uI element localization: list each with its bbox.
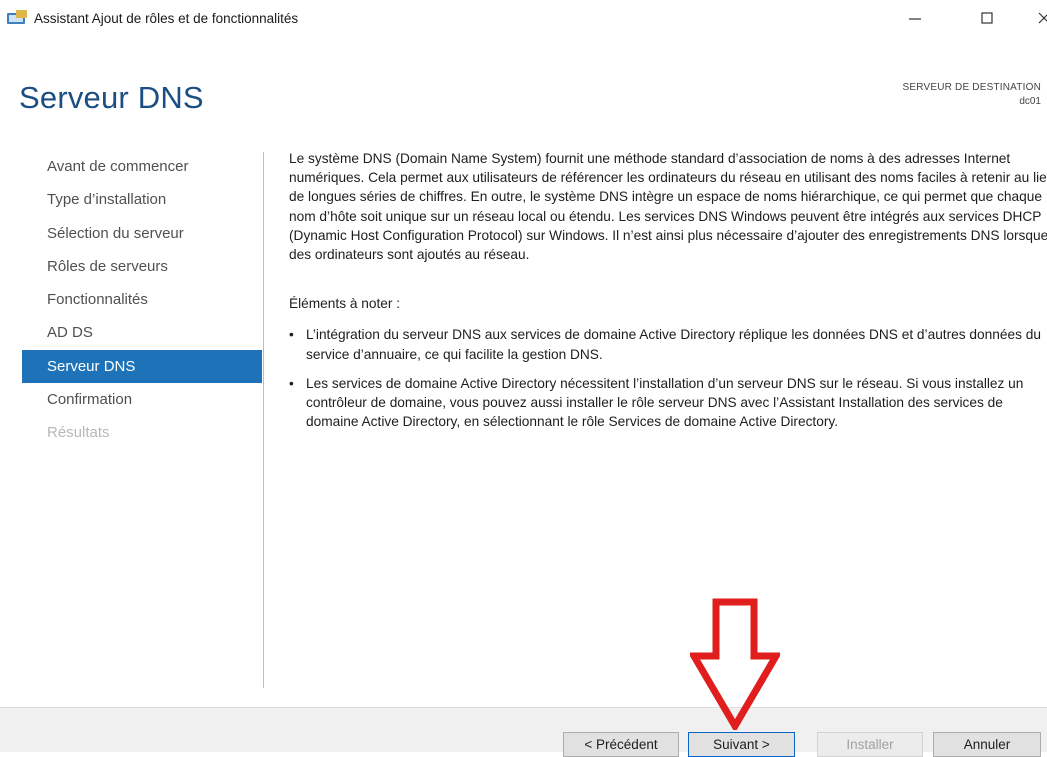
dns-description: Le système DNS (Domain Name System) four… <box>289 151 1047 263</box>
maximize-icon <box>981 12 993 24</box>
nav-item-ad-ds[interactable]: AD DS <box>22 316 262 349</box>
notes-list: • L’intégration du serveur DNS aux servi… <box>289 325 1047 431</box>
destination-server-label: SERVEUR DE DESTINATION <box>902 82 1041 93</box>
nav-item-fonctionnalites[interactable]: Fonctionnalités <box>22 283 262 316</box>
note-item: • L’intégration du serveur DNS aux servi… <box>289 325 1047 363</box>
nav-item-roles-serveurs[interactable]: Rôles de serveurs <box>22 250 262 283</box>
minimize-icon <box>909 18 921 20</box>
notes-title: Éléments à noter : <box>289 296 401 312</box>
nav-item-avant-de-commencer[interactable]: Avant de commencer <box>22 150 262 183</box>
destination-server-name: dc01 <box>1019 96 1041 107</box>
content-pane: Le système DNS (Domain Name System) four… <box>289 149 1047 441</box>
install-button: Installer <box>817 732 923 757</box>
cancel-button[interactable]: Annuler <box>933 732 1041 757</box>
maximize-button[interactable] <box>972 6 1002 30</box>
nav-item-type-installation[interactable]: Type d’installation <box>22 183 262 216</box>
title-bar: Assistant Ajout de rôles et de fonctionn… <box>0 0 1047 34</box>
nav-item-resultats: Résultats <box>47 424 110 442</box>
minimize-button[interactable] <box>900 6 930 30</box>
page-title: Serveur DNS <box>19 80 204 115</box>
down-arrow-annotation-icon <box>690 598 780 730</box>
note-text: Les services de domaine Active Directory… <box>306 375 1024 430</box>
window-title: Assistant Ajout de rôles et de fonctionn… <box>34 11 299 26</box>
next-button[interactable]: Suivant > <box>688 732 795 757</box>
server-manager-icon <box>7 10 27 24</box>
wizard-steps-nav: Avant de commencer Type d’installation S… <box>22 150 262 450</box>
close-button[interactable] <box>1030 6 1047 30</box>
bullet: • <box>289 375 294 391</box>
note-item: • Les services de domaine Active Directo… <box>289 374 1047 432</box>
previous-button[interactable]: < Précédent <box>563 732 679 757</box>
nav-item-selection-serveur[interactable]: Sélection du serveur <box>22 217 262 250</box>
nav-item-serveur-dns[interactable]: Serveur DNS <box>22 349 262 384</box>
nav-item-confirmation[interactable]: Confirmation <box>22 383 262 416</box>
nav-divider <box>263 152 264 688</box>
note-text: L’intégration du serveur DNS aux service… <box>306 327 1041 362</box>
bullet: • <box>289 327 294 343</box>
close-icon <box>1038 12 1047 24</box>
wizard-footer: < Précédent Suivant > Installer Annuler <box>0 707 1047 757</box>
